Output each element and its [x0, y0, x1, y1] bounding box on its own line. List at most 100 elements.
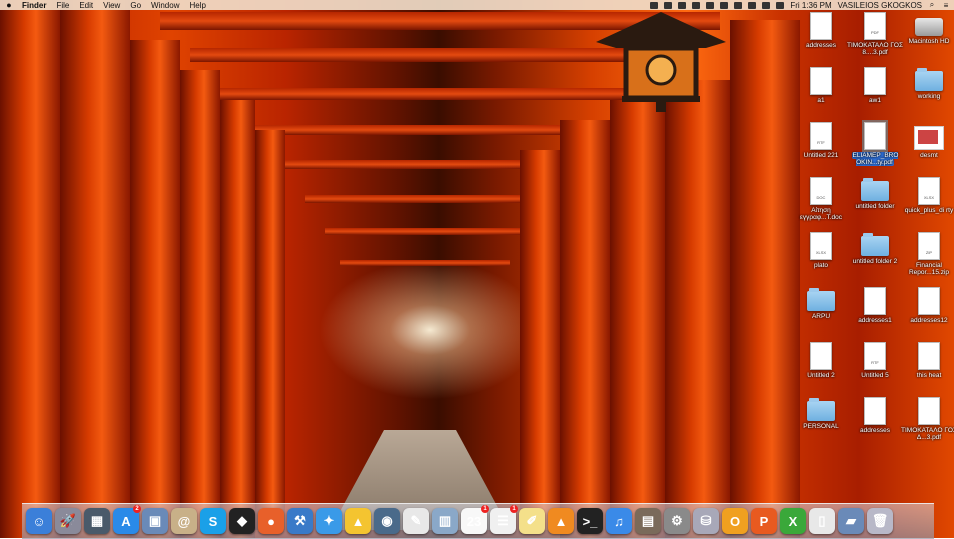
powerpoint-icon[interactable]: P: [751, 508, 777, 534]
desktop-icon-folder[interactable]: working: [899, 67, 954, 100]
skype-icon[interactable]: S: [200, 508, 226, 534]
shield-status-icon[interactable]: [692, 1, 701, 9]
file-type-tag: ZIP: [925, 250, 933, 255]
notes-icon[interactable]: ✐: [519, 508, 545, 534]
contacts-icon[interactable]: @: [171, 508, 197, 534]
camera-icon[interactable]: ◉: [374, 508, 400, 534]
status-area: Fri 1:36 PM VASILEIOS GKOGKOS ⌕ ≡: [650, 0, 950, 10]
notification-badge: 1: [481, 505, 489, 513]
google-drive-icon[interactable]: ▲: [345, 508, 371, 534]
menu-window[interactable]: Window: [151, 1, 179, 10]
terminal-icon[interactable]: >_: [577, 508, 603, 534]
desktop-icon-label: ARPU: [811, 313, 831, 320]
desktop-icon-doc[interactable]: addresses: [845, 397, 905, 434]
desktop-icon-doc[interactable]: addresses1: [845, 287, 905, 324]
mission-control-icon[interactable]: ▦: [84, 508, 110, 534]
desktop-icon-doc[interactable]: Untitled 2: [791, 342, 851, 379]
desktop-icon-label: ELIAMEP_BRO OKIN...ty.pdf: [851, 152, 899, 166]
downloads-stack-icon[interactable]: ▰: [838, 508, 864, 534]
desktop-icon-folder[interactable]: ARPU: [791, 287, 851, 320]
bluetooth-icon[interactable]: [734, 1, 743, 9]
desktop-icon-doc[interactable]: this heat: [899, 342, 954, 379]
battery-icon[interactable]: [776, 1, 785, 9]
document-icon: RTF: [810, 122, 832, 150]
desktop-icon-label: Untitled 5: [861, 372, 889, 379]
file-type-tag: DOC: [816, 195, 826, 200]
document-icon: [810, 342, 832, 370]
image-capture-icon[interactable]: ▤: [635, 508, 661, 534]
disk-utility-icon[interactable]: ⛁: [693, 508, 719, 534]
document-icon: [862, 120, 888, 152]
textedit-icon[interactable]: ✎: [403, 508, 429, 534]
menu-finder[interactable]: Finder: [22, 1, 46, 10]
document-stack-icon[interactable]: ▯: [809, 508, 835, 534]
vlc-icon[interactable]: ▲: [548, 508, 574, 534]
menu-help[interactable]: Help: [189, 1, 205, 10]
lantern-graphic: [596, 12, 726, 112]
torii-pillar: [255, 130, 285, 530]
list-icon[interactable]: ≡: [942, 1, 950, 10]
clock[interactable]: Fri 1:36 PM: [790, 1, 831, 10]
dropbox-status-icon[interactable]: [664, 1, 673, 9]
desktop-icon-doc[interactable]: a1: [791, 67, 851, 104]
folder-icon: [861, 233, 889, 256]
desktop-icon-doc[interactable]: XLSX quick_plus_di rty: [899, 177, 954, 214]
desktop-icon-doc[interactable]: RTF Untitled 221: [791, 122, 851, 159]
desktop-icon-label: aw1: [869, 97, 881, 104]
menu-view[interactable]: View: [103, 1, 120, 10]
launchpad-icon[interactable]: 🚀: [55, 508, 81, 534]
desktop-icon-drive[interactable]: Macintosh HD: [899, 12, 954, 45]
system-preferences-icon[interactable]: ⚙: [664, 508, 690, 534]
xcode-icon[interactable]: ⚒: [287, 508, 313, 534]
trash-icon[interactable]: 🗑: [867, 508, 893, 534]
menu-go[interactable]: Go: [130, 1, 141, 10]
torii-pillar: [130, 40, 180, 538]
desktop-icon-thumb[interactable]: desmt: [899, 122, 954, 159]
search-icon[interactable]: ⌕: [928, 0, 936, 9]
menu-edit[interactable]: Edit: [79, 1, 93, 10]
file-type-tag: XLSX: [815, 250, 827, 255]
desktop-icon-doc[interactable]: XLSX plato: [791, 232, 851, 269]
user-name[interactable]: VASILEIOS GKOGKOS: [838, 1, 922, 10]
menu-file[interactable]: File: [56, 1, 69, 10]
torii-pillar: [0, 0, 60, 538]
display-status-icon[interactable]: [706, 1, 715, 9]
apple-menu-icon[interactable]: ●: [4, 0, 14, 10]
desktop-icon-doc[interactable]: ELIAMEP_BRO OKIN...ty.pdf: [845, 120, 905, 166]
volume-icon[interactable]: [762, 1, 771, 9]
document-icon: XLSX: [918, 177, 940, 205]
desktop-icon-doc[interactable]: ZIP Financial Repor...15.zip: [899, 232, 954, 276]
desktop-icon-doc[interactable]: DOC Αίτηση εγγραφ...T.doc: [791, 177, 851, 221]
desktop-icon-doc[interactable]: RTF Untitled 5: [845, 342, 905, 379]
unity-status-icon[interactable]: [678, 1, 687, 9]
calendar-icon[interactable]: 23 1: [461, 505, 489, 534]
document-icon: PDF: [864, 12, 886, 40]
desktop-icon-doc[interactable]: addresses: [791, 12, 851, 49]
preview-icon[interactable]: ▣: [142, 508, 168, 534]
desktop-icon-doc[interactable]: addresses12: [899, 287, 954, 324]
reminders-icon[interactable]: ☰ 1: [490, 505, 518, 534]
desktop-icon-folder[interactable]: untitled folder: [845, 177, 905, 210]
desktop-icon-folder[interactable]: PERSONAL: [791, 397, 851, 430]
desktop-icon-folder[interactable]: untitled folder 2: [845, 232, 905, 265]
torii-beam: [250, 125, 610, 135]
torii-pillar: [730, 20, 800, 538]
desktop-icon-doc[interactable]: ΤΙΜΟΚΑΤΑΛΟ ΓΟΣ Δ...3.pdf: [899, 397, 954, 441]
notification-badge: 1: [510, 505, 518, 513]
firefox-icon[interactable]: ●: [258, 508, 284, 534]
safari-icon[interactable]: ✦: [316, 508, 342, 534]
desktop-icon-doc[interactable]: aw1: [845, 67, 905, 104]
outlook-icon[interactable]: O: [722, 508, 748, 534]
time-machine-icon[interactable]: [720, 1, 729, 9]
app-store-icon[interactable]: A2: [113, 505, 141, 534]
desktop-icon-label: Untitled 2: [807, 372, 835, 379]
excel-icon[interactable]: X: [780, 508, 806, 534]
desktop-icon-label: addresses1: [858, 317, 892, 324]
itunes-icon[interactable]: ♫: [606, 508, 632, 534]
photos-icon[interactable]: ▥: [432, 508, 458, 534]
unity-icon[interactable]: ◆: [229, 508, 255, 534]
skype-status-icon[interactable]: [650, 1, 659, 9]
desktop-icon-doc[interactable]: PDF ΤΙΜΟΚΑΤΑΛΟ ΓΟΣ 8....3.pdf: [845, 12, 905, 56]
finder-icon[interactable]: ☺: [26, 508, 52, 534]
wifi-icon[interactable]: [748, 1, 757, 9]
